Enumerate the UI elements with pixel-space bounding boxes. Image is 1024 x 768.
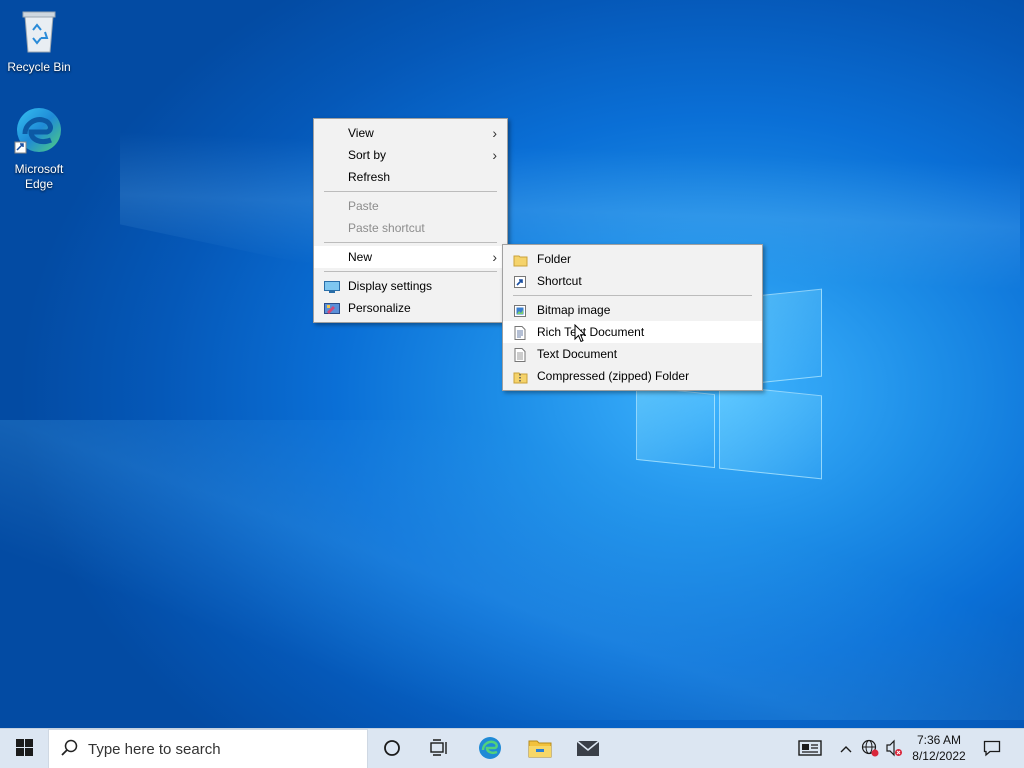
- submenu-item-text-document[interactable]: Text Document: [503, 343, 762, 365]
- menu-separator: [324, 242, 497, 243]
- menu-item-label: Paste: [348, 199, 379, 213]
- menu-item-paste[interactable]: Paste: [314, 195, 507, 217]
- menu-separator: [324, 271, 497, 272]
- desktop-icon-label: Microsoft Edge: [14, 162, 64, 191]
- mouse-cursor-icon: [574, 323, 587, 346]
- submenu-item-shortcut[interactable]: Shortcut: [503, 270, 762, 292]
- menu-item-view[interactable]: View ›: [314, 122, 507, 144]
- new-submenu: Folder Shortcut Bitmap image Rich Text D…: [502, 244, 763, 391]
- menu-item-label: New: [348, 250, 373, 264]
- menu-item-label: Paste shortcut: [348, 221, 425, 235]
- action-center-button[interactable]: [976, 729, 1008, 768]
- desktop-icon-recycle-bin[interactable]: Recycle Bin: [1, 8, 77, 75]
- submenu-item-label: Rich Text Document: [537, 325, 645, 339]
- news-button[interactable]: [792, 729, 828, 768]
- submenu-item-compressed-folder[interactable]: Compressed (zipped) Folder: [503, 365, 762, 387]
- chevron-up-icon: [840, 742, 852, 756]
- rich-text-icon: [513, 325, 528, 340]
- taskbar-file-explorer-button[interactable]: [516, 729, 564, 768]
- notification-icon: [983, 739, 1001, 760]
- chevron-right-icon: ›: [492, 147, 497, 163]
- clock-date: 8/12/2022: [912, 749, 966, 763]
- chevron-right-icon: ›: [492, 125, 497, 141]
- submenu-item-bitmap-image[interactable]: Bitmap image: [503, 299, 762, 321]
- desktop-icon-edge[interactable]: Microsoft Edge: [1, 104, 77, 192]
- news-icon: [798, 739, 822, 759]
- submenu-item-label: Bitmap image: [537, 303, 611, 317]
- menu-item-refresh[interactable]: Refresh: [314, 166, 507, 188]
- folder-icon: [513, 252, 528, 267]
- search-placeholder: Type here to search: [88, 740, 221, 758]
- taskbar-mail-button[interactable]: [564, 729, 612, 768]
- desktop-icon-label: Recycle Bin: [7, 60, 71, 74]
- text-document-icon: [513, 347, 528, 362]
- windows-logo-pane: [719, 384, 822, 480]
- desktop[interactable]: Recycle Bin Microsoft Edge View › Sort b…: [0, 0, 1024, 728]
- cortana-icon: [383, 739, 401, 760]
- submenu-item-folder[interactable]: Folder: [503, 248, 762, 270]
- volume-button[interactable]: [882, 729, 906, 768]
- edge-icon: [1, 104, 77, 160]
- submenu-item-label: Folder: [537, 252, 572, 266]
- submenu-item-label: Compressed (zipped) Folder: [537, 369, 690, 383]
- menu-item-label: View: [348, 126, 374, 140]
- show-hidden-icons-button[interactable]: [836, 729, 856, 768]
- chevron-right-icon: ›: [492, 249, 497, 265]
- taskbar-edge-button[interactable]: [466, 729, 514, 768]
- menu-item-paste-shortcut[interactable]: Paste shortcut: [314, 217, 507, 239]
- task-view-icon: [430, 738, 450, 760]
- shortcut-icon: [513, 274, 528, 288]
- bitmap-icon: [513, 303, 528, 317]
- personalize-icon: [324, 301, 340, 315]
- menu-item-sort-by[interactable]: Sort by ›: [314, 144, 507, 166]
- cortana-button[interactable]: [368, 729, 416, 768]
- recycle-bin-icon: [1, 8, 77, 58]
- mail-icon: [576, 739, 600, 760]
- network-icon: [861, 739, 879, 760]
- menu-item-new[interactable]: New ›: [314, 246, 507, 268]
- windows-logo-pane: [636, 385, 715, 469]
- network-button[interactable]: [858, 729, 882, 768]
- display-icon: [324, 279, 340, 293]
- clock[interactable]: 7:36 AM 8/12/2022: [906, 732, 972, 764]
- menu-item-display-settings[interactable]: Display settings: [314, 275, 507, 297]
- desktop-context-menu: View › Sort by › Refresh Paste Paste sho…: [313, 118, 508, 323]
- menu-item-label: Sort by: [348, 148, 387, 162]
- search-box[interactable]: Type here to search: [48, 729, 368, 768]
- start-icon: [15, 739, 33, 759]
- zip-folder-icon: [513, 369, 528, 384]
- menu-item-label: Refresh: [348, 170, 391, 184]
- start-button[interactable]: [0, 729, 48, 768]
- menu-separator: [324, 191, 497, 192]
- task-view-button[interactable]: [416, 729, 464, 768]
- clock-time: 7:36 AM: [916, 733, 962, 747]
- search-icon: [61, 739, 78, 760]
- submenu-item-rich-text-document[interactable]: Rich Text Document: [503, 321, 762, 343]
- menu-item-label: Personalize: [348, 301, 411, 315]
- taskbar: Type here to search 7:36 AM 8/12/2022: [0, 728, 1024, 768]
- submenu-item-label: Shortcut: [537, 274, 582, 288]
- menu-item-personalize[interactable]: Personalize: [314, 297, 507, 319]
- file-explorer-icon: [528, 738, 552, 761]
- menu-item-label: Display settings: [348, 279, 433, 293]
- edge-icon: [478, 736, 502, 763]
- submenu-item-label: Text Document: [537, 347, 618, 361]
- menu-separator: [513, 295, 752, 296]
- volume-muted-icon: [885, 739, 903, 760]
